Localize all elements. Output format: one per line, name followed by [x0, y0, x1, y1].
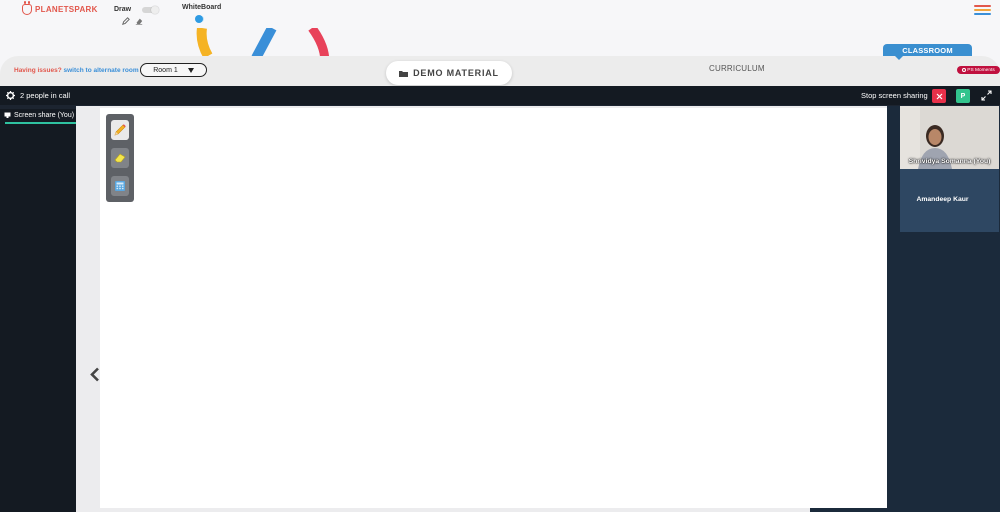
room-bar: Having issues? switch to alternate room …	[0, 56, 1000, 86]
classroom-pointer	[895, 56, 903, 60]
pencil-icon	[114, 124, 126, 136]
palette-calculator-tool[interactable]	[111, 176, 129, 196]
presenter-button[interactable]: P	[956, 89, 970, 103]
brand-name: PLANETSPARK	[35, 5, 98, 14]
gear-icon[interactable]	[6, 91, 15, 100]
issues-notice: Having issues? switch to alternate room	[14, 67, 139, 74]
tab-screen-share-label: Screen share (You)	[14, 111, 75, 119]
stop-sharing-close-button[interactable]	[932, 89, 946, 103]
calculator-icon	[115, 181, 125, 191]
ps-moments-label: PS Moments	[967, 67, 995, 73]
room-select-value: Room 1	[153, 66, 178, 74]
ps-moments-icon	[962, 68, 967, 72]
drawing-tool-palette	[106, 114, 134, 202]
curriculum-tab[interactable]: CURRICULUM	[709, 64, 765, 73]
demo-material-label: DEMO MATERIAL	[413, 68, 499, 78]
hamburger-menu-icon[interactable]	[974, 5, 991, 15]
draw-label: Draw	[114, 6, 132, 13]
room-select[interactable]: Room 1	[140, 63, 207, 77]
ps-moments-button[interactable]: PS Moments	[957, 66, 1000, 74]
classroom-tab[interactable]: CLASSROOM	[883, 44, 972, 56]
participant-name-amandeep: Amandeep Kaur	[916, 196, 969, 203]
fullscreen-icon[interactable]	[981, 90, 992, 101]
demo-material-button[interactable]: DEMO MATERIAL	[386, 61, 512, 85]
brand-logo[interactable]: PLANETSPARK	[22, 1, 98, 15]
eraser-icon[interactable]	[135, 17, 143, 25]
folder-icon	[399, 70, 409, 77]
whiteboard-toggle[interactable]	[195, 15, 205, 23]
bottom-strip	[810, 508, 1000, 512]
pencil-icon[interactable]	[122, 17, 130, 25]
draw-toggle[interactable]	[139, 6, 161, 14]
people-count: 2 people in call	[20, 91, 71, 100]
draw-control: Draw	[114, 4, 159, 28]
issues-text: Having issues?	[14, 67, 62, 74]
top-bar: PLANETSPARK Draw WhiteBoard	[0, 0, 1000, 30]
palette-pencil-tool[interactable]	[111, 120, 129, 140]
stop-screen-sharing-button[interactable]: Stop screen sharing	[861, 91, 928, 100]
alternate-room-link[interactable]: switch to alternate room	[64, 67, 139, 74]
palette-eraser-tool[interactable]	[111, 148, 129, 168]
eraser-icon	[114, 153, 126, 163]
call-header: 2 people in call Stop screen sharing P	[0, 86, 1000, 105]
caret-down-icon	[187, 67, 194, 73]
monitor-icon	[4, 112, 11, 118]
close-icon	[936, 93, 942, 99]
whiteboard-label: WhiteBoard	[182, 4, 222, 11]
whiteboard-canvas[interactable]	[100, 108, 900, 508]
logo-icon	[22, 1, 32, 15]
chevron-left-icon[interactable]	[89, 367, 101, 382]
participant-name-self: Shrividya Somanna (You)	[908, 158, 991, 165]
whiteboard-control: WhiteBoard	[182, 3, 227, 27]
